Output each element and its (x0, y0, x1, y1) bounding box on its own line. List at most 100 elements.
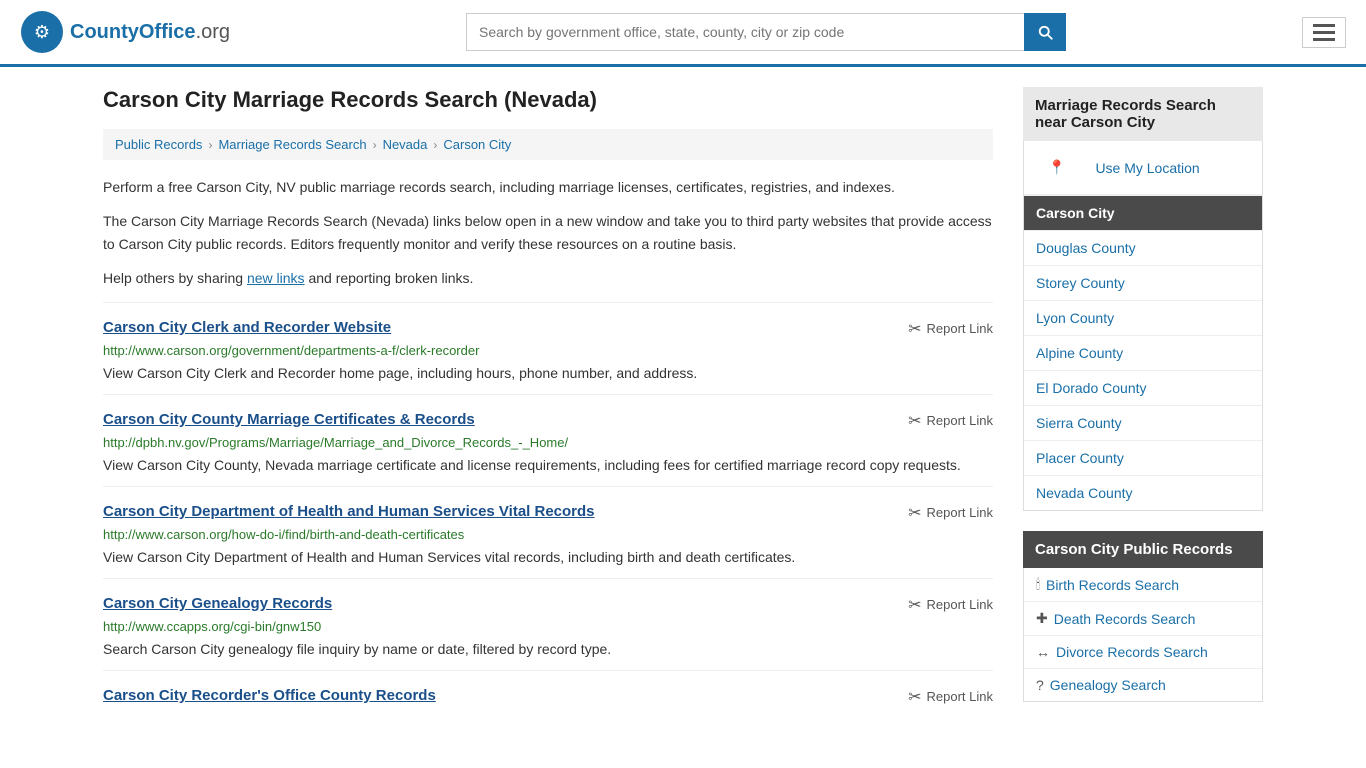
record-description: View Carson City Department of Health an… (103, 547, 993, 568)
nearby-section-title: Marriage Records Search near Carson City (1023, 87, 1263, 141)
location-pin-icon: 📍 (1036, 150, 1077, 185)
record-item: Carson City Recorder's Office County Rec… (103, 670, 993, 721)
menu-line-3 (1313, 38, 1335, 41)
record-item: Carson City Department of Health and Hum… (103, 486, 993, 578)
record-title-row: Carson City County Marriage Certificates… (103, 411, 993, 431)
public-records-list: 🕯Birth Records Search ✚ Death Records Sear… (1023, 568, 1263, 702)
breadcrumb: Public Records › Marriage Records Search… (103, 129, 993, 160)
main-container: Carson City Marriage Records Search (Nev… (83, 67, 1283, 741)
sidebar-pr-item[interactable]: ↔ Divorce Records Search (1024, 636, 1262, 669)
sidebar-nearby-item[interactable]: Lyon County (1024, 301, 1262, 336)
sidebar-nearby-item[interactable]: Alpine County (1024, 336, 1262, 371)
sidebar-nearby-link[interactable]: Placer County (1024, 441, 1262, 475)
report-link[interactable]: ✂ Report Link (908, 687, 993, 707)
report-link[interactable]: ✂ Report Link (908, 411, 993, 431)
search-input[interactable] (466, 13, 1024, 51)
search-icon (1036, 23, 1054, 41)
report-link[interactable]: ✂ Report Link (908, 595, 993, 615)
sidebar-nearby-link[interactable]: Carson City (1024, 196, 1262, 230)
sidebar-nearby-item[interactable]: El Dorado County (1024, 371, 1262, 406)
sidebar-pr-item[interactable]: ?Genealogy Search (1024, 669, 1262, 701)
logo-area: ⚙ CountyOffice.org (20, 10, 230, 54)
logo-text: CountyOffice.org (70, 21, 230, 44)
records-list: Carson City Clerk and Recorder Website ✂… (103, 302, 993, 721)
pr-icon: ? (1036, 677, 1044, 693)
sidebar-nearby-link[interactable]: Lyon County (1024, 301, 1262, 335)
record-title-link[interactable]: Carson City Department of Health and Hum… (103, 503, 595, 520)
record-description: View Carson City County, Nevada marriage… (103, 455, 993, 476)
description-para2: The Carson City Marriage Records Search … (103, 210, 993, 255)
page-title: Carson City Marriage Records Search (Nev… (103, 87, 993, 113)
record-item: Carson City Clerk and Recorder Website ✂… (103, 302, 993, 394)
record-url: http://www.ccapps.org/cgi-bin/gnw150 (103, 619, 993, 634)
record-title-link[interactable]: Carson City Genealogy Records (103, 595, 332, 612)
record-url: http://www.carson.org/government/departm… (103, 343, 993, 358)
pr-icon: ↔ (1036, 644, 1050, 660)
search-button[interactable] (1024, 13, 1066, 51)
pr-icon: ✚ (1036, 610, 1048, 627)
desc-para3-suffix: and reporting broken links. (305, 270, 474, 286)
sidebar-pr-item[interactable]: 🕯Birth Records Search (1024, 568, 1262, 602)
sidebar-nearby-link[interactable]: Sierra County (1024, 406, 1262, 440)
hamburger-menu-button[interactable] (1302, 17, 1346, 48)
report-link[interactable]: ✂ Report Link (908, 319, 993, 339)
scissors-icon: ✂ (908, 595, 921, 615)
record-title-link[interactable]: Carson City Recorder's Office County Rec… (103, 687, 436, 704)
sidebar: Marriage Records Search near Carson City… (1023, 87, 1263, 721)
breadcrumb-sep-2: › (373, 138, 377, 152)
scissors-icon: ✂ (908, 411, 921, 431)
sidebar-nearby-item[interactable]: Sierra County (1024, 406, 1262, 441)
pr-label: Death Records Search (1054, 611, 1196, 627)
record-title-row: Carson City Genealogy Records ✂ Report L… (103, 595, 993, 615)
breadcrumb-sep-3: › (433, 138, 437, 152)
breadcrumb-link-public-records[interactable]: Public Records (115, 137, 202, 152)
record-title-row: Carson City Clerk and Recorder Website ✂… (103, 319, 993, 339)
record-item: Carson City Genealogy Records ✂ Report L… (103, 578, 993, 670)
record-title-link[interactable]: Carson City County Marriage Certificates… (103, 411, 475, 428)
sidebar-nearby-item[interactable]: Storey County (1024, 266, 1262, 301)
use-location-item[interactable]: 📍 Use My Location (1024, 141, 1262, 196)
sidebar-nearby-item[interactable]: Douglas County (1024, 231, 1262, 266)
record-title-link[interactable]: Carson City Clerk and Recorder Website (103, 319, 391, 336)
report-link-label: Report Link (927, 597, 993, 612)
sidebar-nearby-link[interactable]: Storey County (1024, 266, 1262, 300)
public-records-section-title: Carson City Public Records (1023, 531, 1263, 568)
sidebar-nearby-link[interactable]: Alpine County (1024, 336, 1262, 370)
svg-text:⚙: ⚙ (34, 22, 50, 42)
record-url: http://dpbh.nv.gov/Programs/Marriage/Mar… (103, 435, 993, 450)
pr-label: Birth Records Search (1046, 577, 1179, 593)
menu-line-1 (1313, 24, 1335, 27)
description-para3: Help others by sharing new links and rep… (103, 267, 993, 289)
scissors-icon: ✂ (908, 687, 921, 707)
report-link-label: Report Link (927, 321, 993, 336)
report-link-label: Report Link (927, 505, 993, 520)
use-location-label: Use My Location (1083, 151, 1211, 185)
content-area: Carson City Marriage Records Search (Nev… (103, 87, 993, 721)
report-link-label: Report Link (927, 413, 993, 428)
desc-para3-prefix: Help others by sharing (103, 270, 247, 286)
sidebar-nearby-item[interactable]: Placer County (1024, 441, 1262, 476)
new-links-link[interactable]: new links (247, 270, 305, 286)
record-item: Carson City County Marriage Certificates… (103, 394, 993, 486)
breadcrumb-link-carson-city[interactable]: Carson City (443, 137, 511, 152)
report-link-label: Report Link (927, 689, 993, 704)
scissors-icon: ✂ (908, 319, 921, 339)
sidebar-nearby-item[interactable]: Nevada County (1024, 476, 1262, 510)
description-para1: Perform a free Carson City, NV public ma… (103, 176, 993, 198)
site-header: ⚙ CountyOffice.org (0, 0, 1366, 67)
sidebar-nearby-link[interactable]: Nevada County (1024, 476, 1262, 510)
report-link[interactable]: ✂ Report Link (908, 503, 993, 523)
search-area (466, 13, 1066, 51)
sidebar-nearby-item[interactable]: Carson City (1024, 196, 1262, 231)
sidebar-pr-item[interactable]: ✚ Death Records Search (1024, 602, 1262, 636)
record-description: View Carson City Clerk and Recorder home… (103, 363, 993, 384)
breadcrumb-link-nevada[interactable]: Nevada (383, 137, 428, 152)
nearby-locations-list: 📍 Use My Location Carson CityDouglas Cou… (1023, 141, 1263, 511)
sidebar-nearby-link[interactable]: Douglas County (1024, 231, 1262, 265)
site-logo-icon: ⚙ (20, 10, 64, 54)
breadcrumb-link-marriage-records[interactable]: Marriage Records Search (218, 137, 366, 152)
record-description: Search Carson City genealogy file inquir… (103, 639, 993, 660)
record-title-row: Carson City Recorder's Office County Rec… (103, 687, 993, 707)
pr-label: Divorce Records Search (1056, 644, 1208, 660)
sidebar-nearby-link[interactable]: El Dorado County (1024, 371, 1262, 405)
